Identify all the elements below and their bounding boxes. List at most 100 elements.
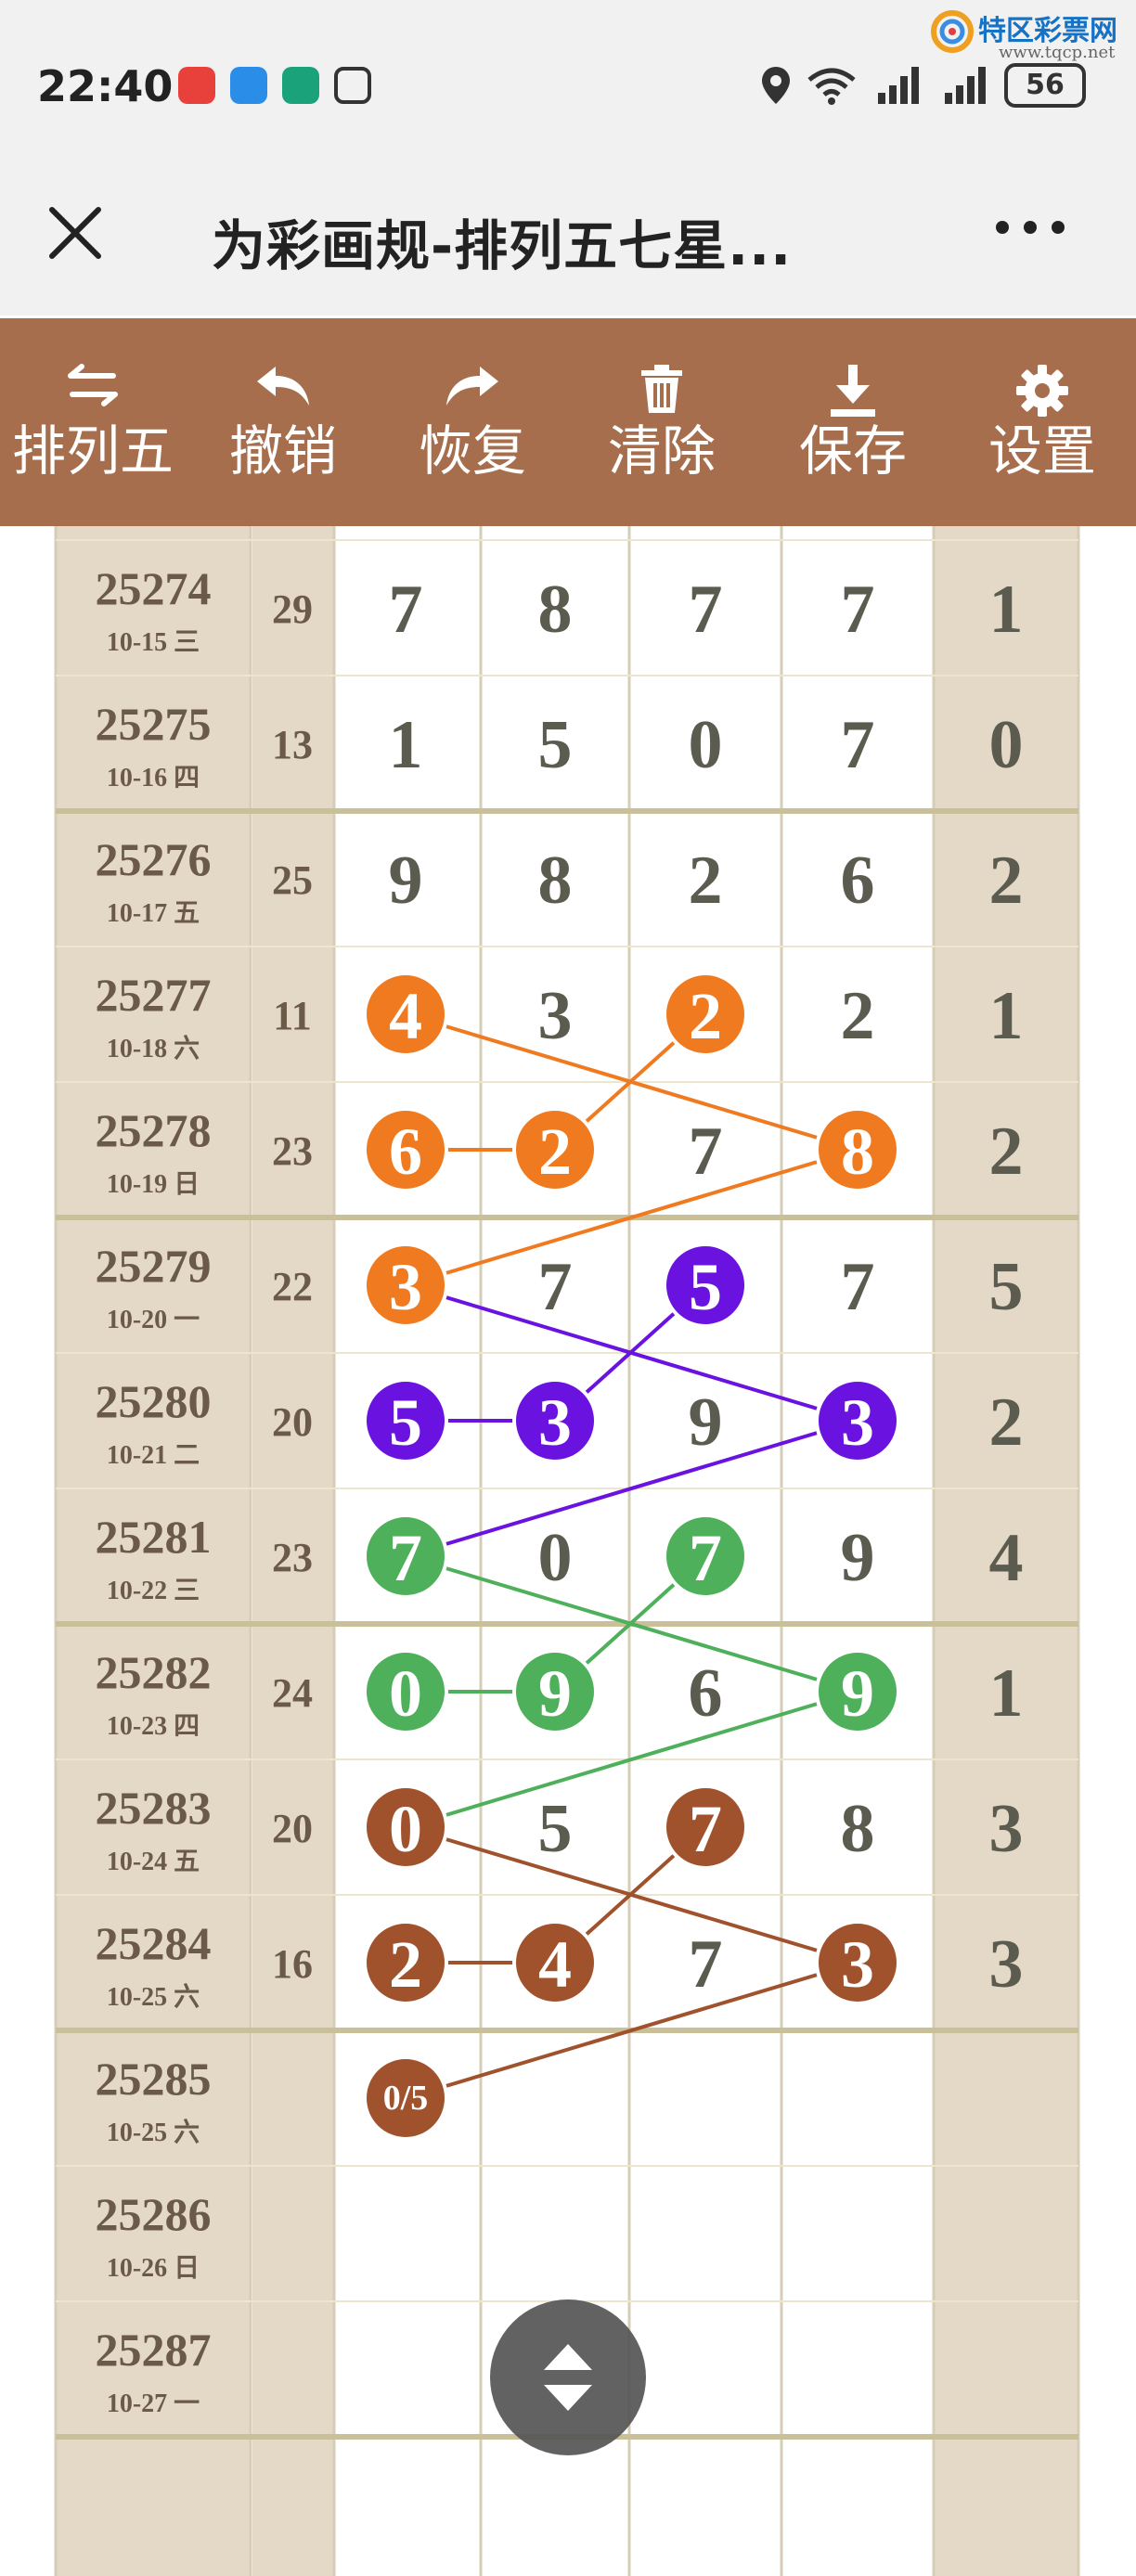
settings-button[interactable]: 设置 [954, 318, 1130, 526]
last-digit: 3 [989, 1791, 1024, 1867]
marked-digit: 7 [389, 1521, 422, 1595]
digit-cell[interactable]: 2 [689, 843, 723, 919]
close-icon[interactable] [45, 202, 106, 264]
digit-cell[interactable]: 7 [689, 572, 723, 648]
digit-cell[interactable]: 9 [689, 1385, 723, 1461]
save-button[interactable]: 保存 [765, 318, 941, 526]
issue-number: 25280 [96, 1375, 212, 1427]
digit-cell[interactable]: 6 [689, 1655, 723, 1732]
digit-cell[interactable]: 7 [841, 707, 875, 783]
settings-label: 设置 [988, 419, 1096, 483]
marked-digit: 5 [689, 1250, 722, 1324]
digit-cell[interactable]: 2 [841, 978, 875, 1054]
marked-digit: 5 [389, 1385, 422, 1460]
issue-date: 10-15 三 [107, 628, 200, 657]
issue-date: 10-25 六 [107, 1982, 200, 2012]
digit-cell[interactable]: 8 [538, 572, 573, 648]
watermark-logo-icon [931, 10, 974, 53]
marked-digit: 0 [389, 1792, 422, 1866]
last-digit: 0 [989, 707, 1024, 783]
watermark: 特区彩票网 www.tqcp.net [913, 0, 1136, 74]
digit-cell[interactable]: 7 [841, 572, 875, 648]
digit-sum: 23 [272, 1535, 313, 1580]
digit-sum: 13 [272, 722, 313, 767]
table-row: 25287 10-27 一 [96, 2324, 212, 2418]
more-icon[interactable] [991, 215, 1069, 239]
green-shield-icon [282, 67, 319, 104]
scroll-toggle-button[interactable] [490, 2299, 646, 2455]
undo-label: 撤销 [228, 419, 337, 483]
download-icon [831, 365, 875, 417]
issue-number: 25274 [96, 562, 212, 614]
marked-digit: 2 [389, 1927, 422, 2002]
issue-date: 10-25 六 [107, 2118, 200, 2147]
switch-game-button[interactable]: 排列五 [5, 318, 181, 526]
red-app-icon [178, 67, 215, 104]
digit-cell[interactable]: 1 [389, 707, 423, 783]
blue-chat-icon [230, 67, 267, 104]
digit-cell[interactable]: 5 [538, 707, 573, 783]
undo-button[interactable]: 撤销 [195, 318, 371, 526]
digit-cell[interactable]: 8 [841, 1791, 875, 1867]
issue-number: 25278 [96, 1104, 212, 1156]
clear-button[interactable]: 清除 [574, 318, 750, 526]
digit-sum: 11 [273, 993, 312, 1038]
redo-label: 恢复 [418, 419, 526, 483]
digit-cell[interactable]: 8 [538, 843, 573, 919]
last-digit: 3 [989, 1926, 1024, 2003]
digit-cell[interactable]: 0 [689, 707, 723, 783]
digit-cell[interactable]: 7 [389, 572, 423, 648]
issue-date: 10-23 四 [107, 1712, 200, 1741]
issue-number: 25276 [96, 833, 212, 885]
status-bar: 22:40 56 特区彩票网 www.tqcp.net [0, 0, 1136, 176]
digit-cell[interactable]: 7 [689, 1926, 723, 2003]
marked-digit: 3 [841, 1927, 874, 2002]
status-time: 22:40 [37, 61, 174, 111]
marked-digit: 0/5 [383, 2079, 429, 2118]
marked-digit: 8 [841, 1114, 874, 1189]
digit-cell[interactable]: 7 [538, 1249, 573, 1325]
digit-cell[interactable]: 7 [841, 1249, 875, 1325]
marked-digit: 3 [389, 1250, 422, 1324]
marked-digit: 3 [841, 1385, 874, 1460]
trash-icon [641, 365, 682, 413]
table-row: 25286 10-26 日 [96, 2188, 212, 2283]
digit-sum: 20 [272, 1806, 313, 1851]
page-title: 为彩画规-排列五七星... [212, 214, 793, 277]
trend-grid[interactable]: 2527410-15 三29 7 8 7 7 12527510-16 四13 1 5 0 7 025… [0, 526, 1136, 2576]
issue-date: 10-27 一 [107, 2389, 200, 2418]
digit-cell[interactable]: 0 [538, 1520, 573, 1596]
digit-cell[interactable]: 6 [841, 843, 875, 919]
issue-date: 10-18 六 [107, 1034, 200, 1063]
digit-cell[interactable]: 9 [389, 843, 423, 919]
wifi-icon [807, 68, 856, 105]
redo-button[interactable]: 恢复 [384, 318, 561, 526]
issue-date: 10-24 五 [107, 1848, 200, 1876]
last-digit: 5 [989, 1249, 1024, 1325]
last-digit: 2 [989, 1114, 1024, 1190]
marked-digit: 3 [538, 1385, 572, 1460]
marked-digit: 4 [538, 1927, 572, 2002]
digit-cell[interactable]: 9 [841, 1520, 875, 1596]
issue-date: 10-21 二 [107, 1441, 200, 1470]
swap-icon [68, 364, 118, 406]
digit-sum: 16 [272, 1941, 313, 1987]
undo-icon [257, 367, 309, 406]
marked-digit: 7 [689, 1792, 722, 1866]
digit-sum: 25 [272, 857, 313, 903]
location-icon [762, 67, 790, 104]
last-digit: 2 [989, 1385, 1024, 1461]
clear-label: 清除 [607, 419, 716, 483]
save-label: 保存 [798, 419, 907, 483]
issue-date: 10-19 日 [107, 1170, 200, 1199]
marked-digit: 2 [689, 979, 722, 1053]
digit-cell[interactable]: 7 [689, 1114, 723, 1190]
issue-number: 25285 [96, 2053, 212, 2105]
switch-game-label: 排列五 [11, 419, 174, 483]
digit-cell[interactable]: 3 [538, 978, 573, 1054]
issue-number: 25281 [96, 1511, 212, 1563]
digit-cell[interactable]: 5 [538, 1791, 573, 1867]
issue-number: 25283 [96, 1782, 212, 1834]
issue-date: 10-26 日 [107, 2254, 200, 2283]
issue-date: 10-20 一 [107, 1306, 200, 1334]
